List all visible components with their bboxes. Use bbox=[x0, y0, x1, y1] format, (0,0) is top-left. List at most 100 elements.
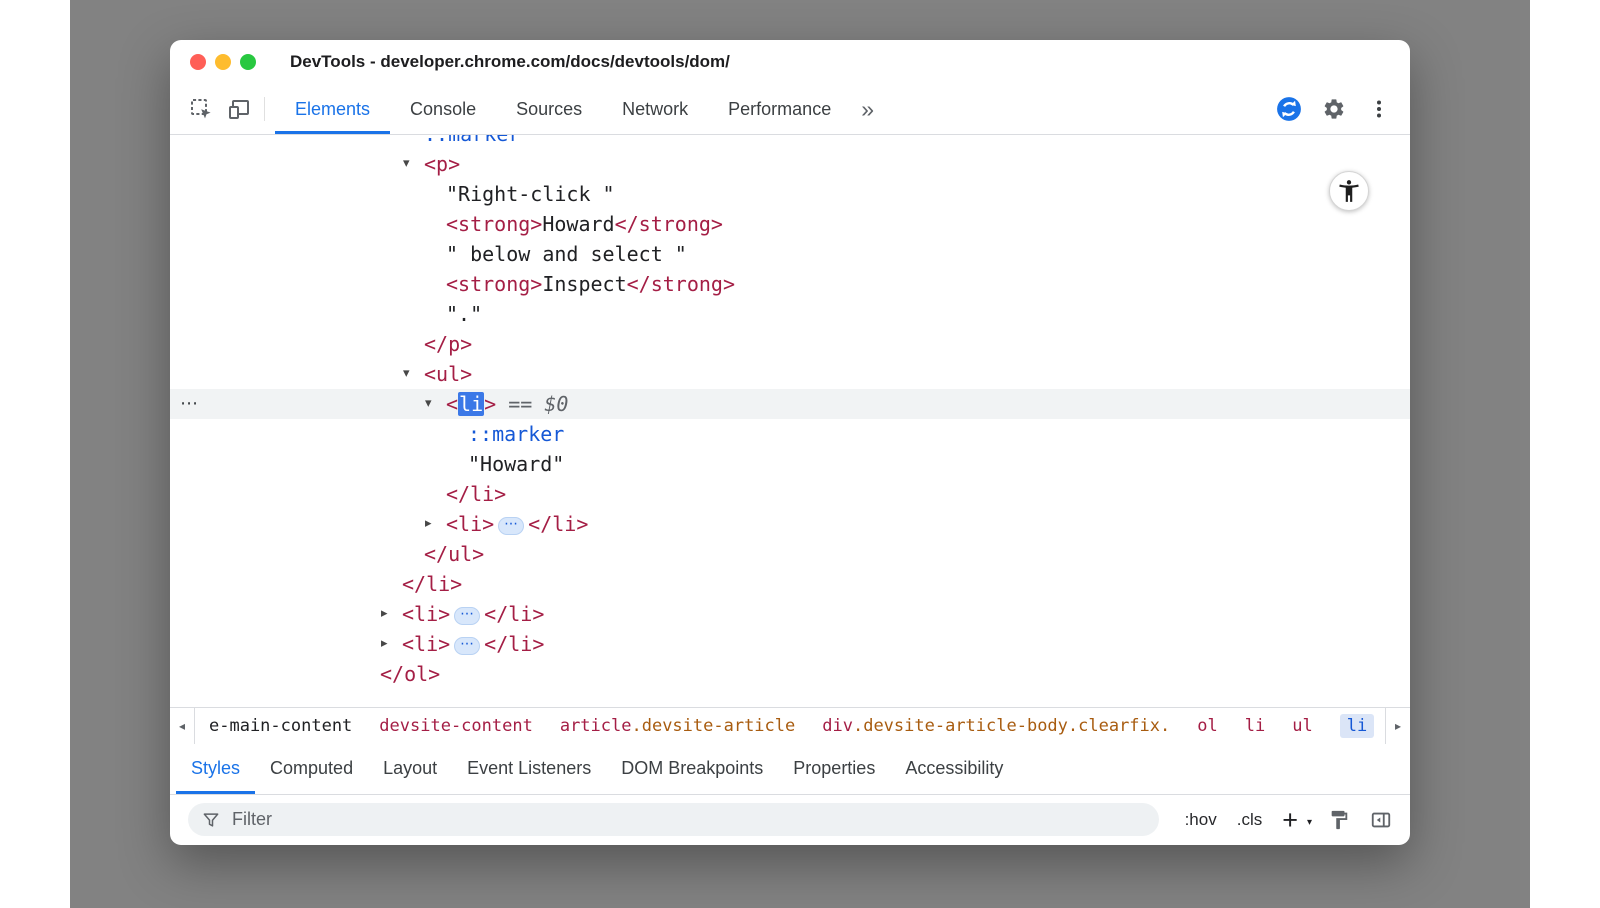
dom-token-tag: </ul> bbox=[424, 542, 484, 566]
expand-inline-icon[interactable]: ⋯ bbox=[498, 517, 524, 535]
more-tabs-icon[interactable]: » bbox=[851, 84, 884, 134]
styles-filter-bar: :hov .cls +▾ bbox=[170, 795, 1410, 846]
dom-tree-row[interactable]: ▾<ul> bbox=[170, 359, 1410, 389]
dom-token-tag: <li> bbox=[402, 602, 450, 626]
dom-token-tag: </li> bbox=[402, 572, 462, 596]
inspect-icon[interactable] bbox=[182, 84, 220, 134]
close-window-button[interactable] bbox=[190, 54, 206, 70]
breadcrumb-item[interactable]: div.devsite-article-body.clearfix. bbox=[822, 716, 1170, 736]
tab-console[interactable]: Console bbox=[390, 84, 496, 134]
tab-computed[interactable]: Computed bbox=[255, 744, 368, 794]
expand-inline-icon[interactable]: ⋯ bbox=[454, 637, 480, 655]
breadcrumb-item[interactable]: e-main-content bbox=[209, 716, 352, 736]
tab-network[interactable]: Network bbox=[602, 84, 708, 134]
dom-token-tag: <li> bbox=[402, 632, 450, 656]
tab-event-listeners[interactable]: Event Listeners bbox=[452, 744, 606, 794]
devtools-toolbar: ElementsConsoleSourcesNetworkPerformance… bbox=[170, 84, 1410, 135]
dom-token-tag: <strong> bbox=[446, 272, 542, 296]
dom-tree-row[interactable]: </p> bbox=[170, 329, 1410, 359]
accessibility-overlay-button[interactable] bbox=[1329, 171, 1369, 211]
titlebar: DevTools - developer.chrome.com/docs/dev… bbox=[170, 40, 1410, 84]
minimize-window-button[interactable] bbox=[215, 54, 231, 70]
sidebar-tabs: StylesComputedLayoutEvent ListenersDOM B… bbox=[170, 744, 1410, 795]
dom-token-pseudo: ::marker bbox=[468, 422, 564, 446]
dom-tree-row[interactable]: "." bbox=[170, 299, 1410, 329]
dom-token-tag: </li> bbox=[528, 512, 588, 536]
collapse-arrow-icon[interactable]: ▾ bbox=[403, 149, 410, 179]
new-style-rule-caret-icon[interactable]: ▾ bbox=[1307, 813, 1312, 833]
dom-token-text: "Right-click " bbox=[446, 182, 615, 206]
toggle-sidebar-icon[interactable] bbox=[1370, 809, 1392, 831]
toggle-element-state-button[interactable]: :hov bbox=[1185, 810, 1217, 830]
dom-tree-row[interactable]: </ol> bbox=[170, 659, 1410, 689]
device-toolbar-icon[interactable] bbox=[220, 84, 258, 134]
tab-styles[interactable]: Styles bbox=[176, 744, 255, 794]
dom-tree-row[interactable]: ::marker bbox=[170, 419, 1410, 449]
breadcrumb-item[interactable]: article.devsite-article bbox=[560, 716, 795, 736]
dom-token-tag: </li> bbox=[484, 602, 544, 626]
dom-tree-row[interactable]: </ul> bbox=[170, 539, 1410, 569]
breadcrumb-item[interactable]: li bbox=[1245, 716, 1265, 736]
dom-token-tag: </strong> bbox=[627, 272, 735, 296]
sync-icon[interactable] bbox=[1270, 96, 1308, 122]
dom-token-tag: </strong> bbox=[615, 212, 723, 236]
tab-dom-breakpoints[interactable]: DOM Breakpoints bbox=[606, 744, 778, 794]
new-style-rule-button[interactable]: +▾ bbox=[1282, 810, 1308, 830]
dom-token-tag: < bbox=[446, 392, 458, 416]
dom-tree-row[interactable]: "Howard" bbox=[170, 449, 1410, 479]
dom-tree-row[interactable]: ::marker bbox=[170, 135, 1410, 149]
tab-layout[interactable]: Layout bbox=[368, 744, 452, 794]
dom-tree-row[interactable]: ▸ <li>⋯</li> bbox=[170, 629, 1410, 659]
tab-sources[interactable]: Sources bbox=[496, 84, 602, 134]
dom-tree-row[interactable]: </li> bbox=[170, 569, 1410, 599]
dom-tree-row[interactable]: ▸ <li>⋯</li> bbox=[170, 509, 1410, 539]
tab-properties[interactable]: Properties bbox=[778, 744, 890, 794]
expand-arrow-icon[interactable]: ▸ bbox=[381, 599, 388, 629]
dom-token-tag: <li> bbox=[446, 512, 494, 536]
breadcrumb-item[interactable]: ul bbox=[1292, 716, 1312, 736]
tab-elements[interactable]: Elements bbox=[275, 84, 390, 134]
format-paint-icon[interactable] bbox=[1328, 809, 1350, 831]
dom-token-text: Howard bbox=[542, 212, 614, 236]
breadcrumb-item[interactable]: ol bbox=[1197, 716, 1217, 736]
filter-pill bbox=[188, 803, 1159, 836]
dom-tree-row[interactable]: ▾ <p> bbox=[170, 149, 1410, 179]
tab-performance[interactable]: Performance bbox=[708, 84, 851, 134]
dom-token-tagsel: li bbox=[458, 392, 484, 416]
kebab-menu-icon[interactable] bbox=[1360, 97, 1398, 121]
dom-token-tag: <strong> bbox=[446, 212, 542, 236]
expand-inline-icon[interactable]: ⋯ bbox=[454, 607, 480, 625]
dom-tree-row[interactable]: " below and select " bbox=[170, 239, 1410, 269]
zoom-window-button[interactable] bbox=[240, 54, 256, 70]
breadcrumb-scroll-left-icon[interactable]: ◂ bbox=[170, 708, 195, 744]
expand-arrow-icon[interactable]: ▸ bbox=[425, 509, 432, 539]
dom-token-dollar: $0 bbox=[544, 392, 568, 416]
styles-filter-input[interactable] bbox=[230, 808, 1146, 831]
more-actions-icon[interactable]: ⋯ bbox=[180, 389, 198, 419]
dom-token-tag: </li> bbox=[484, 632, 544, 656]
breadcrumb-item[interactable]: li bbox=[1340, 714, 1374, 738]
tab-accessibility[interactable]: Accessibility bbox=[890, 744, 1018, 794]
dom-tree-row[interactable]: "Right-click " bbox=[170, 179, 1410, 209]
breadcrumb-scroll-right-icon[interactable]: ▸ bbox=[1385, 708, 1410, 744]
expand-arrow-icon[interactable]: ▸ bbox=[381, 629, 388, 659]
settings-gear-icon[interactable] bbox=[1315, 97, 1353, 121]
collapse-arrow-icon[interactable]: ▾ bbox=[403, 359, 410, 389]
collapse-arrow-icon[interactable]: ▾ bbox=[425, 389, 432, 419]
dom-tree-row[interactable]: <strong>Howard</strong> bbox=[170, 209, 1410, 239]
toolbar-right bbox=[1270, 84, 1410, 134]
dom-token-op: == bbox=[496, 392, 544, 416]
dom-token-tag: <p> bbox=[424, 152, 460, 176]
filter-funnel-icon bbox=[201, 810, 221, 830]
window-title: DevTools - developer.chrome.com/docs/dev… bbox=[290, 52, 730, 72]
breadcrumb-item[interactable]: devsite-content bbox=[379, 716, 533, 736]
dom-tree-row[interactable]: ⋯▾<li> == $0 bbox=[170, 389, 1410, 419]
toggle-class-button[interactable]: .cls bbox=[1237, 810, 1263, 830]
elements-dom-tree: ::marker▾<p>"Right-click "<strong>Howard… bbox=[170, 135, 1410, 707]
dom-tree-row[interactable]: </li> bbox=[170, 479, 1410, 509]
dom-token-pseudo: ::marker bbox=[424, 135, 520, 146]
dom-rows: ::marker▾<p>"Right-click "<strong>Howard… bbox=[170, 135, 1410, 689]
dom-tree-row[interactable]: <strong>Inspect</strong> bbox=[170, 269, 1410, 299]
dom-token-tag: </p> bbox=[424, 332, 472, 356]
dom-tree-row[interactable]: ▸ <li>⋯</li> bbox=[170, 599, 1410, 629]
